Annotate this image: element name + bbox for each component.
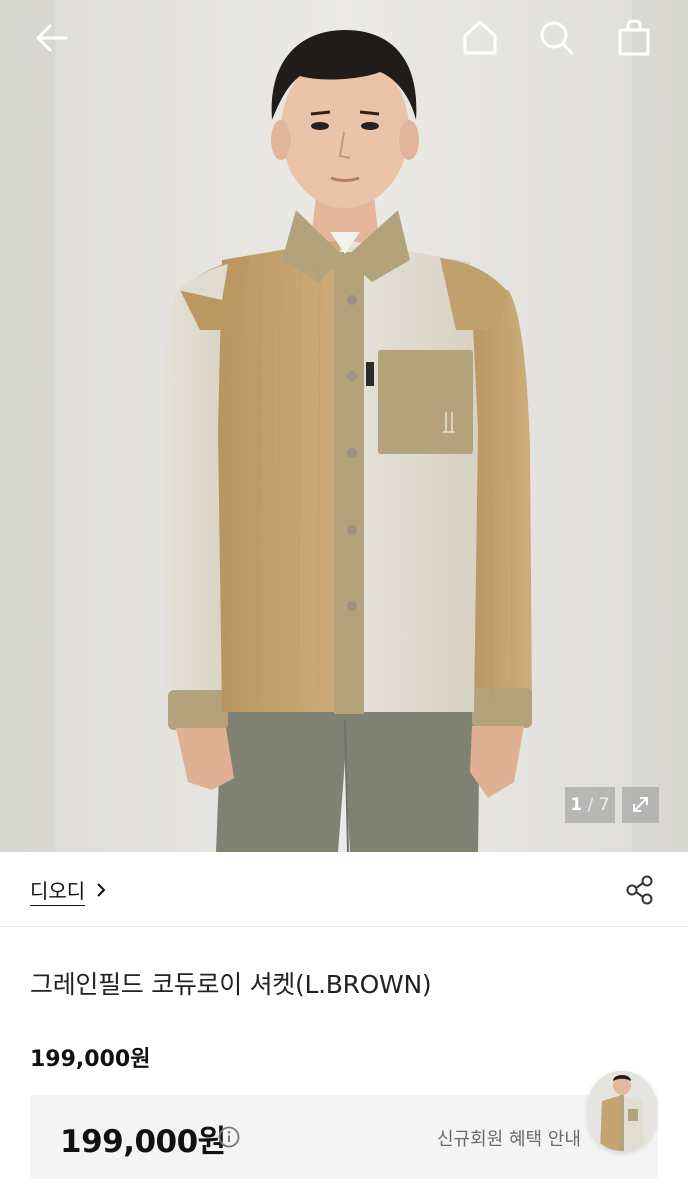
product-page: 1 / 7 디오디 그레인필드 코듀로이 셔켓(L.BROWN) 199,000… [0,0,688,1200]
share-button[interactable] [622,872,658,908]
cart-button[interactable] [612,16,656,60]
image-counter-total: 7 [598,795,610,815]
product-price: 199,000원 [30,1047,151,1072]
new-member-benefit-link[interactable]: 신규회원 혜택 안내 [437,1125,581,1151]
chevron-right-icon [97,883,106,897]
price-benefit-box: 199,000원 신규회원 혜택 안내 [30,1095,658,1179]
brand-link[interactable]: 디오디 [30,875,107,906]
home-button[interactable] [458,16,502,60]
search-button[interactable] [535,16,579,60]
image-counter: 1 / 7 [565,787,615,823]
product-photo [0,0,688,852]
info-icon[interactable] [218,1126,240,1148]
share-icon [626,875,653,905]
back-button[interactable] [30,16,74,60]
image-counter-current: 1 [570,795,583,815]
arrow-left-icon [36,24,68,52]
floating-product-thumbnail[interactable] [588,1071,656,1151]
expand-image-button[interactable] [622,787,659,823]
brand-name: 디오디 [30,875,86,906]
search-icon [540,21,574,55]
thumbnail-image [588,1071,656,1151]
sale-price: 199,000원 [60,1124,226,1160]
expand-icon [633,797,648,812]
brand-row: 디오디 [0,852,688,927]
product-title: 그레인필드 코듀로이 셔켓(L.BROWN) [30,970,432,999]
image-counter-separator: / [587,795,594,815]
top-navigation-bar [0,0,688,80]
shopping-bag-icon [618,19,650,56]
home-icon [463,20,497,55]
product-image-gallery[interactable]: 1 / 7 [0,0,688,852]
